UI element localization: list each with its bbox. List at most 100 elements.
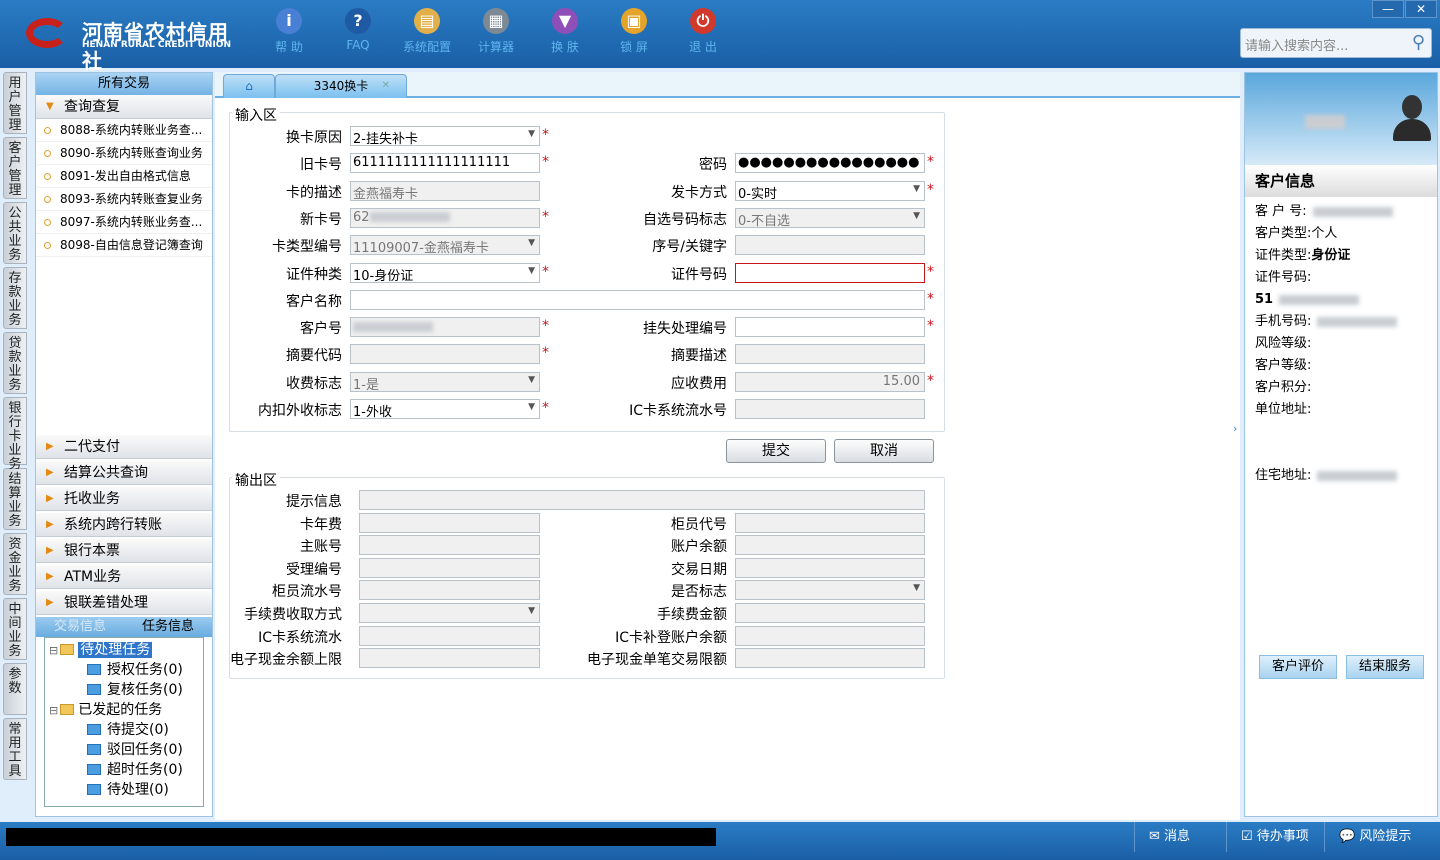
sidebar-group[interactable]: ▶ ATM业务	[36, 565, 212, 589]
vtab-8[interactable]: 中间业务	[3, 598, 27, 660]
field-input[interactable]	[735, 557, 925, 578]
tree-node[interactable]: 待处理(0)	[45, 780, 203, 800]
messages-button[interactable]: ✉ 消息	[1134, 822, 1226, 852]
vtab-1[interactable]: 客户管理	[3, 137, 27, 199]
field-input[interactable]	[359, 648, 540, 669]
risk-button[interactable]: 💬 风险提示	[1324, 822, 1440, 852]
sidebar-group[interactable]: ▶ 二代支付	[36, 435, 212, 459]
field-input[interactable]	[359, 625, 540, 646]
dropdown-arrow-icon[interactable]: ▼	[528, 129, 535, 139]
search-input[interactable]: 请输入搜索内容... ⚲	[1240, 28, 1432, 58]
field-input[interactable]: 1-是 ▼	[350, 371, 540, 392]
tool-button[interactable]: ▤ 系统配置	[397, 8, 457, 55]
field-input[interactable]	[735, 399, 925, 419]
search-icon[interactable]: ⚲	[1412, 32, 1425, 53]
field-input[interactable]	[359, 557, 540, 578]
home-tab[interactable]: ⌂	[223, 74, 275, 98]
close-button[interactable]: ✕	[1405, 0, 1437, 18]
group-label: 系统内跨行转账	[64, 517, 162, 533]
end-service-button[interactable]: 结束服务	[1346, 655, 1424, 679]
field-input[interactable]: 10-身份证 ▼	[350, 262, 540, 283]
vtab-5[interactable]: 银行卡业务	[3, 397, 27, 472]
tool-button[interactable]: i 帮 助	[259, 8, 319, 55]
field-input[interactable]	[359, 580, 540, 601]
sidebar-item[interactable]: 8098-自由信息登记簿查询	[36, 234, 212, 257]
field-input[interactable]	[359, 512, 540, 533]
field-input[interactable]: 0-实时 ▼	[735, 180, 925, 201]
field-input[interactable]	[735, 603, 925, 623]
expand-icon[interactable]: ⊟	[49, 644, 58, 657]
submit-button[interactable]: 提交	[726, 439, 826, 463]
field-input[interactable]: 11109007-金燕福寿卡 ▼	[350, 235, 540, 256]
sidebar-title[interactable]: 所有交易	[36, 73, 212, 95]
sidebar-group[interactable]: ▶ 银联差错处理	[36, 591, 212, 615]
field-input[interactable]	[359, 535, 540, 556]
field-input[interactable]	[735, 625, 925, 646]
tool-button[interactable]: ▼ 换 肤	[535, 8, 595, 55]
sidebar-item[interactable]: 8091-发出自由格式信息	[36, 165, 212, 188]
vtab-4[interactable]: 贷款业务	[3, 332, 27, 394]
field-input[interactable]	[735, 262, 925, 283]
collapse-right-icon[interactable]: ›	[1233, 422, 1237, 435]
tree-node[interactable]: 授权任务(0)	[45, 660, 203, 680]
field-input[interactable]	[350, 289, 925, 310]
tab-task-info[interactable]: 任务信息	[124, 617, 212, 637]
tree-node[interactable]: 复核任务(0)	[45, 680, 203, 700]
field-input[interactable]	[735, 648, 925, 669]
field-input[interactable]	[359, 490, 925, 510]
tool-button[interactable]: ⏻ 退 出	[673, 8, 733, 55]
field-input[interactable]: 金燕福寿卡	[350, 180, 540, 201]
vtab-6[interactable]: 结算业务	[3, 468, 27, 530]
dropdown-arrow-icon[interactable]: ▼	[913, 583, 920, 593]
field-input[interactable]: ▼	[359, 603, 540, 623]
field-input[interactable]: 1-外收 ▼	[350, 399, 540, 419]
sidebar-item[interactable]: 8093-系统内转账查复业务	[36, 188, 212, 211]
field-input[interactable]: 6111111111111111111	[350, 153, 540, 174]
tab-3340[interactable]: 3340换卡 ✕	[275, 74, 407, 98]
field-input[interactable]: 0-不自选 ▼	[735, 207, 925, 228]
tool-button[interactable]: ▣ 锁 屏	[604, 8, 664, 55]
close-tab-icon[interactable]: ✕	[382, 75, 390, 97]
vtab-10[interactable]: 常用工具	[3, 718, 27, 780]
vtab-2[interactable]: 公共业务	[3, 202, 27, 264]
vtab-3[interactable]: 存款业务	[3, 267, 27, 329]
vtab-0[interactable]: 用户管理	[3, 72, 27, 134]
tree-node[interactable]: 待提交(0)	[45, 720, 203, 740]
customer-eval-button[interactable]: 客户评价	[1259, 655, 1337, 679]
expand-icon[interactable]: ⊟	[49, 704, 58, 717]
cancel-button[interactable]: 取消	[834, 439, 934, 463]
field-input[interactable]	[735, 512, 925, 533]
field-input[interactable]: ●●●●●●●●●●●●●●●●	[735, 153, 925, 174]
field-input[interactable]	[350, 317, 540, 338]
tool-button[interactable]: ▦ 计算器	[466, 8, 526, 55]
sidebar-item[interactable]: 8090-系统内转账查询业务	[36, 142, 212, 165]
tree-node[interactable]: ⊟ 待处理任务	[45, 640, 203, 660]
field-input[interactable]	[735, 317, 925, 338]
dropdown-arrow-icon[interactable]: ▼	[913, 184, 920, 194]
sidebar-item[interactable]: 8097-系统内转账业务查...	[36, 211, 212, 234]
field-input[interactable]: 15.00	[735, 371, 925, 392]
field-input[interactable]: 62	[350, 207, 540, 228]
sidebar-group[interactable]: ▶ 系统内跨行转账	[36, 513, 212, 537]
field-input[interactable]: ▼	[735, 580, 925, 601]
minimize-button[interactable]: —	[1372, 0, 1404, 18]
todo-button[interactable]: ☑ 待办事项	[1226, 822, 1324, 852]
tree-node[interactable]: 超时任务(0)	[45, 760, 203, 780]
sidebar-group[interactable]: ▶ 银行本票	[36, 539, 212, 563]
tree-node[interactable]: 驳回任务(0)	[45, 740, 203, 760]
vtab-7[interactable]: 资金业务	[3, 533, 27, 595]
field-input[interactable]	[735, 235, 925, 256]
sidebar-group[interactable]: ▶ 托收业务	[36, 487, 212, 511]
field-input[interactable]	[735, 535, 925, 556]
tab-transaction-info[interactable]: 交易信息	[36, 617, 124, 637]
vtab-9[interactable]: 参数	[3, 663, 27, 715]
field-input[interactable]: 2-挂失补卡 ▼	[350, 126, 540, 146]
group-query[interactable]: ▼ 查询查复	[36, 95, 212, 119]
tool-button[interactable]: ? FAQ	[328, 8, 388, 52]
sidebar-group[interactable]: ▶ 结算公共查询	[36, 461, 212, 485]
field-input[interactable]	[735, 344, 925, 365]
field-input[interactable]	[350, 344, 540, 365]
tree-node[interactable]: ⊟ 已发起的任务	[45, 700, 203, 720]
sidebar-item[interactable]: 8088-系统内转账业务查...	[36, 119, 212, 142]
dropdown-arrow-icon[interactable]: ▼	[913, 211, 920, 221]
